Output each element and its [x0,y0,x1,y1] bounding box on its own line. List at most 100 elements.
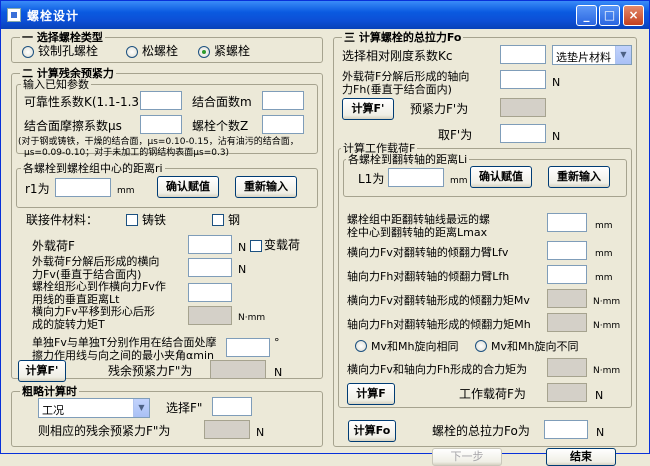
rough-result-unit: N [256,426,265,439]
residual-result-output [210,360,266,379]
work-load-result-label: 工作载荷F为 [459,387,526,401]
take-preload-label: 取F'为 [438,128,473,142]
vertical-distance-input[interactable] [188,283,232,302]
variable-load-label: 变载荷 [264,238,301,252]
friction-label: 结合面摩擦系数μs [24,119,122,133]
reenter-li-button[interactable]: 重新输入 [548,166,610,188]
lateral-force-unit: N [238,263,247,276]
cast-iron-checkbox[interactable] [126,214,138,226]
rough-result-label: 则相应的残余预紧力F"为 [38,424,171,438]
resultant-moment-label: 横向力Fv和轴向力Fh形成的合力矩为 [347,363,528,376]
lfv-unit: mm [595,249,613,259]
window-title: 螺栓设计 [27,9,80,23]
tight-bolt-label: 紧螺栓 [214,44,251,58]
mv-unit: N·mm [593,297,621,307]
lmax-label-2: 栓中心到翻转轴的距离Lmax [347,226,488,239]
surfaces-input[interactable] [262,91,304,110]
cast-iron-label: 铸铁 [142,213,167,227]
min-angle-label-1: 单独Fv与单独T分别作用在结合面处摩 [32,336,217,349]
work-load-group: 计算工作载荷F 各螺栓到翻转轴的距离Li L1为 mm 确认赋值 重新输入 螺栓… [338,142,632,408]
preload-output [500,98,546,117]
maximize-button[interactable]: □ [599,5,620,26]
radio-same-direction[interactable] [355,340,367,352]
work-load-result-output [547,383,587,402]
calc-preload-button[interactable]: 计算F' [342,98,394,120]
lmax-label-1: 螺栓组中距翻转轴线最远的螺 [347,213,490,226]
total-force-group: 三 计算螺栓的总拉力Fo 选择相对刚度系数Kc 选垫片材料 ▼ 外载荷F分解后形… [333,31,637,466]
title-bar[interactable]: 螺栓设计 _ □ × [1,1,649,29]
lfh-input[interactable] [547,265,587,284]
confirm-li-button[interactable]: 确认赋值 [470,166,532,188]
chevron-down-icon: ▼ [133,399,149,417]
select-f-label: 选择F" [166,401,203,415]
distance-li-title: 各螺栓到翻转轴的距离Li [346,153,470,166]
r1-input[interactable] [55,178,111,197]
residual-result-label: 残余预紧力F"为 [108,364,193,378]
client-area: 一 选择螺栓类型 铰制孔螺栓 松螺栓 紧螺栓 二 计算残余预紧力 输入已知参数 … [5,29,645,466]
steel-checkbox[interactable] [212,214,224,226]
close-button[interactable]: × [623,5,644,26]
mh-output [547,313,587,332]
axial-force-unit: N [552,76,561,89]
main-window: 螺栓设计 _ □ × 一 选择螺栓类型 铰制孔螺栓 松螺栓 紧螺栓 二 计算残余… [0,0,650,466]
select-f-input[interactable] [212,397,252,416]
calc-work-load-button[interactable]: 计算F [347,383,395,405]
friction-input[interactable] [140,115,182,134]
l1-input[interactable] [388,168,444,187]
condition-select[interactable]: 工况 ▼ [38,398,150,418]
radio-reamed-bolt[interactable] [22,46,34,58]
same-direction-label: Mv和Mh旋向相同 [371,340,459,353]
lfv-input[interactable] [547,241,587,260]
resultant-moment-unit: N·mm [593,366,621,376]
reliability-input[interactable] [140,91,182,110]
min-angle-input[interactable] [226,338,270,357]
minimize-button[interactable]: _ [576,5,597,26]
steel-label: 钢 [228,213,241,227]
external-load-input[interactable] [188,235,232,254]
lfh-unit: mm [595,273,613,283]
lfv-label: 横向力Fv对翻转轴的倾翻力臂Lfv [347,246,509,259]
material-label: 联接件材料： [26,213,99,227]
confirm-ri-button[interactable]: 确认赋值 [157,176,219,198]
bolt-count-input[interactable] [262,115,304,134]
lateral-force-input[interactable] [188,258,232,277]
total-force-output [544,420,588,439]
radio-loose-bolt[interactable] [126,46,138,58]
rough-calc-title: 粗略计算时 [20,385,79,398]
mv-output [547,289,587,308]
torque-output [188,306,232,325]
preload-label: 预紧力F'为 [410,102,469,116]
variable-load-checkbox[interactable] [250,240,262,252]
lmax-input[interactable] [547,213,587,232]
work-load-result-unit: N [595,389,604,402]
distance-ri-title: 各螺栓到螺栓组中心的距离ri [21,162,165,175]
surfaces-label: 结合面数m [192,95,252,109]
rough-result-output [204,420,250,439]
calc-residual-button[interactable]: 计算F' [18,360,66,382]
finish-button[interactable]: 结束 [546,448,616,466]
radio-diff-direction[interactable] [475,340,487,352]
loose-bolt-label: 松螺栓 [142,44,179,58]
gasket-material-select[interactable]: 选垫片材料 ▼ [552,45,632,65]
l1-unit: mm [450,176,468,186]
mh-unit: N·mm [593,321,621,331]
r1-label: r1为 [25,182,50,196]
external-load-label: 外载荷F [32,239,75,253]
next-step-button[interactable]: 下一步 [432,448,502,466]
torque-label-1: 横向力Fv平移到形心后形 [32,305,155,318]
stiffness-input[interactable] [500,45,546,64]
distance-li-group: 各螺栓到翻转轴的距离Li L1为 mm 确认赋值 重新输入 [343,153,627,197]
calc-total-force-button[interactable]: 计算Fo [348,420,396,442]
bolt-count-label: 螺栓个数Z [192,119,249,133]
reamed-bolt-label: 铰制孔螺栓 [38,44,99,58]
torque-label-2: 成的旋转力矩T [32,318,105,331]
axial-force-label-2: 力Fh(垂直于结合面内) [342,83,452,96]
reenter-ri-button[interactable]: 重新输入 [235,176,297,198]
axial-force-input[interactable] [500,70,546,89]
take-preload-input[interactable] [500,124,546,143]
condition-select-value: 工况 [42,404,64,417]
degree-unit: ° [274,336,280,349]
friction-note-line2: μs=0.09-0.10；对于未加工的钢结构表面μs=0.3) [24,148,230,158]
lfh-label: 轴向力Fh对翻转轴的倾翻力臂Lfh [347,270,510,283]
radio-tight-bolt[interactable] [198,46,210,58]
